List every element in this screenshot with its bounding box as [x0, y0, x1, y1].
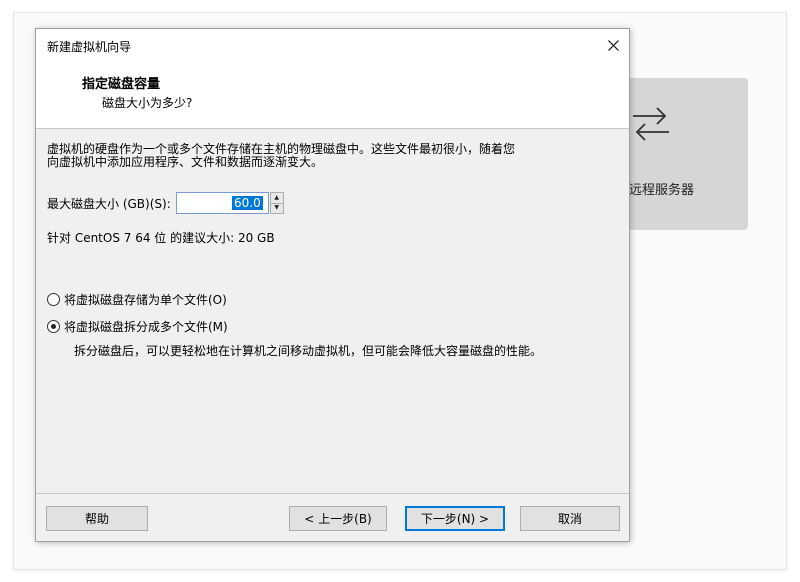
- close-button[interactable]: [601, 33, 625, 57]
- page-title: 指定磁盘容量: [82, 77, 161, 92]
- page-subtitle: 磁盘大小为多少?: [102, 96, 193, 110]
- dialog-title: 新建虚拟机向导: [47, 40, 132, 54]
- split-file-radio[interactable]: [47, 319, 60, 333]
- footer-divider: [36, 493, 629, 494]
- split-file-option[interactable]: 将虚拟磁盘拆分成多个文件(M): [47, 318, 228, 334]
- max-disk-size-label: 最大磁盘大小 (GB)(S):: [47, 196, 171, 211]
- max-disk-size-input[interactable]: 60.0: [175, 192, 269, 214]
- disk-description: 虚拟机的硬盘作为一个或多个文件存储在主机的物理磁盘中。这些文件最初很小，随着您 …: [47, 143, 622, 169]
- max-disk-size-row: 最大磁盘大小 (GB)(S): 60.0 ▲ ▼: [47, 192, 284, 214]
- transfer-arrows-icon: [633, 107, 669, 141]
- new-vm-wizard-dialog: 新建虚拟机向导 指定磁盘容量 磁盘大小为多少? 虚拟机的硬盘作为一个或多个文件存…: [35, 28, 630, 542]
- triangle-up-icon: ▲: [274, 193, 280, 201]
- close-icon: [607, 39, 619, 51]
- split-description: 拆分磁盘后，可以更轻松地在计算机之间移动虚拟机，但可能会降低大容量磁盘的性能。: [74, 344, 543, 358]
- next-button[interactable]: 下一步(N) >: [405, 506, 505, 531]
- single-file-label: 将虚拟磁盘存储为单个文件(O): [64, 292, 227, 307]
- max-disk-size-value: 60.0: [232, 196, 263, 210]
- triangle-down-icon: ▼: [274, 204, 280, 212]
- single-file-radio[interactable]: [47, 292, 60, 306]
- back-button[interactable]: < 上一步(B): [289, 506, 387, 531]
- single-file-option[interactable]: 将虚拟磁盘存储为单个文件(O): [47, 291, 227, 307]
- disk-size-spinner: ▲ ▼: [269, 192, 284, 214]
- recommended-size-text: 针对 CentOS 7 64 位 的建议大小: 20 GB: [47, 231, 275, 245]
- split-file-label: 将虚拟磁盘拆分成多个文件(M): [64, 319, 228, 334]
- help-button[interactable]: 帮助: [46, 506, 148, 531]
- spin-up-button[interactable]: ▲: [269, 192, 284, 204]
- description-line-2: 向虚拟机中添加应用程序、文件和数据而逐渐变大。: [47, 155, 324, 169]
- dialog-titlebar: 新建虚拟机向导: [36, 29, 629, 61]
- wizard-header: 指定磁盘容量 磁盘大小为多少?: [36, 61, 629, 129]
- remote-server-label: 远程服务器: [629, 183, 695, 198]
- cancel-button[interactable]: 取消: [520, 506, 620, 531]
- spin-down-button[interactable]: ▼: [269, 203, 284, 214]
